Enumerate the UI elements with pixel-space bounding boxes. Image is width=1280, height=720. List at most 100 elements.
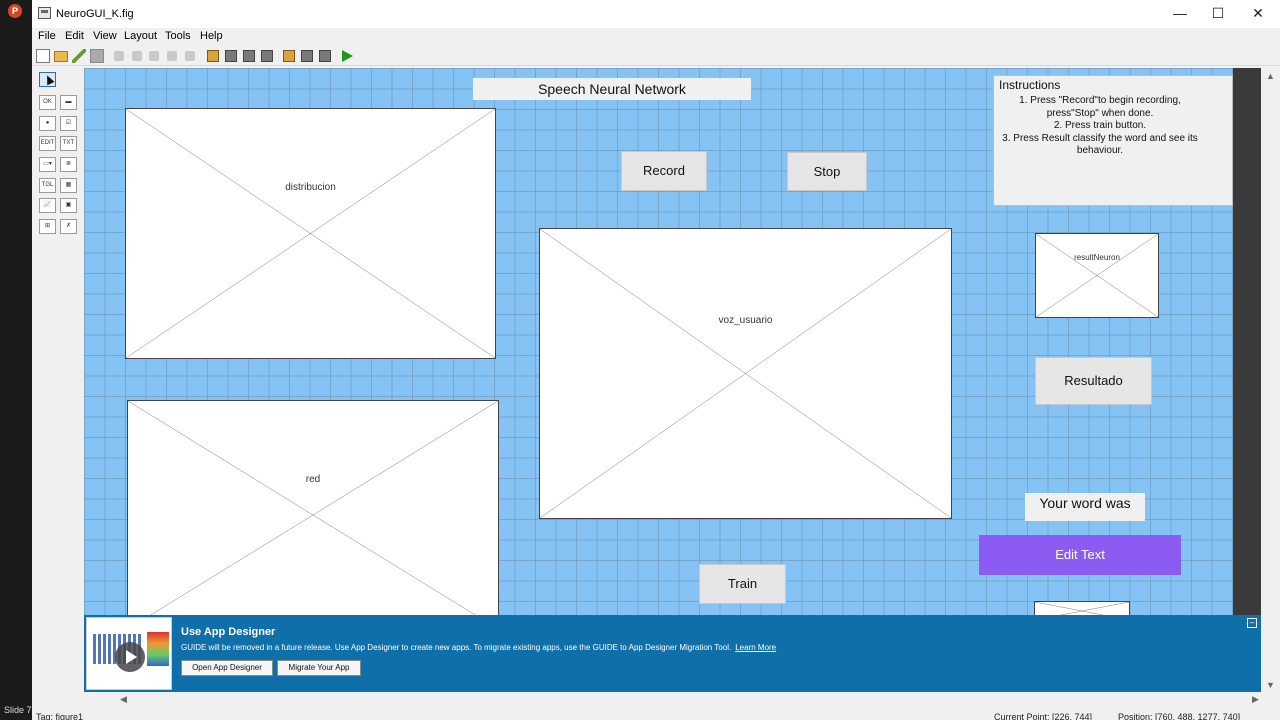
canvas-margin	[1233, 68, 1261, 615]
page-title[interactable]: Speech Neural Network	[473, 78, 751, 100]
toggle-button-tool[interactable]: TGL	[39, 178, 56, 193]
stop-button[interactable]: Stop	[787, 152, 867, 191]
axes-voz-usuario[interactable]: voz_usuario	[539, 228, 952, 519]
tab-order-icon[interactable]	[243, 50, 255, 62]
axes-placeholder-cross	[1035, 602, 1129, 615]
axes-placeholder-cross	[540, 229, 951, 518]
instruction-line: 3. Press Result classify the word and se…	[1002, 132, 1198, 157]
save-icon[interactable]	[90, 49, 104, 63]
slide-label: Slide 7	[4, 705, 32, 715]
toolbar-editor-icon[interactable]	[261, 50, 273, 62]
property-inspector-icon[interactable]	[301, 50, 313, 62]
banner-message: GUIDE will be removed in a future releas…	[181, 643, 776, 652]
record-button[interactable]: Record	[621, 151, 707, 191]
run-icon[interactable]	[342, 50, 353, 62]
toolbar	[32, 46, 1280, 66]
horizontal-scrollbar[interactable]: ◀ ▶	[84, 692, 1261, 708]
axes-distribucion[interactable]: distribucion	[125, 108, 496, 359]
status-bar: Tag: figure1 Current Point: [226, 744] P…	[32, 708, 1280, 720]
axes-tag-label: distribucion	[285, 182, 336, 193]
paste-icon[interactable]	[149, 51, 159, 61]
axes-placeholder-cross	[1036, 234, 1158, 317]
your-word-label[interactable]: Your word was	[1025, 493, 1145, 521]
component-palette: OK ▬ ● ☑ EDIT TXT ▭▾ ≣ TGL ▦ 📈 ▣ ⊞ ✗	[32, 66, 84, 706]
layout-canvas[interactable]: Speech Neural Network distribucion red v…	[84, 68, 1233, 615]
open-app-designer-button[interactable]: Open App Designer	[181, 660, 273, 676]
select-tool[interactable]	[39, 72, 56, 87]
window-title: NeuroGUI_K.fig	[56, 8, 134, 20]
object-browser-icon[interactable]	[319, 50, 331, 62]
banner-title: Use App Designer	[181, 626, 276, 638]
menu-editor-icon[interactable]	[225, 50, 237, 62]
listbox-tool[interactable]: ≣	[60, 157, 77, 172]
editor-icon[interactable]	[283, 50, 295, 62]
app-designer-banner: Use App Designer GUIDE will be removed i…	[84, 615, 1261, 692]
axes-tool[interactable]: 📈	[39, 198, 56, 213]
powerpoint-icon[interactable]: P	[8, 4, 22, 18]
word-edit-text[interactable]: Edit Text	[979, 535, 1181, 575]
menu-help[interactable]: Help	[200, 30, 223, 42]
status-position: Position: [760, 488, 1277, 740]	[1118, 712, 1241, 720]
status-tag: Tag: figure1	[36, 712, 84, 720]
menu-view[interactable]: View	[93, 30, 117, 42]
copy-icon[interactable]	[132, 51, 142, 61]
play-icon[interactable]	[115, 642, 145, 672]
collapse-icon[interactable]: –	[1247, 618, 1257, 628]
button-group-tool[interactable]: ⊞	[39, 219, 56, 234]
maximize-button[interactable]: ☐	[1198, 0, 1238, 28]
resultado-button[interactable]: Resultado	[1035, 357, 1152, 405]
static-text-tool[interactable]: TXT	[60, 136, 77, 151]
presentation-sidebar: P Slide 7	[0, 0, 32, 720]
menu-bar: File Edit View Layout Tools Help	[32, 28, 1280, 46]
axes-bottom[interactable]	[1034, 601, 1130, 615]
axes-red[interactable]: red	[127, 400, 499, 615]
guide-window: NeuroGUI_K.fig — ☐ ✕ File Edit View Layo…	[32, 0, 1280, 720]
new-icon[interactable]	[36, 49, 50, 63]
axes-placeholder-cross	[126, 109, 495, 358]
push-button-tool[interactable]: OK	[39, 95, 56, 110]
instructions-panel[interactable]: Instructions 1. Press "Record"to begin r…	[993, 75, 1233, 206]
popup-menu-tool[interactable]: ▭▾	[39, 157, 56, 172]
redo-icon[interactable]	[185, 51, 195, 61]
radio-button-tool[interactable]: ●	[39, 116, 56, 131]
video-thumbnail[interactable]	[86, 617, 172, 690]
train-button[interactable]: Train	[699, 564, 786, 604]
banner-message-text: GUIDE will be removed in a future releas…	[181, 643, 732, 652]
status-current-point: Current Point: [226, 744]	[994, 712, 1093, 720]
undo-icon[interactable]	[167, 51, 177, 61]
slider-tool[interactable]: ▬	[60, 95, 77, 110]
panel-tool[interactable]: ▣	[60, 198, 77, 213]
menu-layout[interactable]: Layout	[124, 30, 157, 42]
figure-icon	[38, 7, 51, 19]
edit-icon[interactable]	[72, 49, 86, 63]
thumbnail-colorbar-image	[147, 632, 169, 666]
scroll-down-icon[interactable]: ▼	[1266, 680, 1275, 690]
activex-tool[interactable]: ✗	[60, 219, 77, 234]
open-icon[interactable]	[54, 51, 68, 62]
scroll-left-icon[interactable]: ◀	[120, 694, 127, 705]
edit-text-tool[interactable]: EDIT	[39, 136, 56, 151]
axes-tag-label: voz_usuario	[718, 315, 773, 326]
title-bar: NeuroGUI_K.fig — ☐ ✕	[32, 0, 1280, 28]
axes-result-neuron[interactable]: resultNeuron	[1035, 233, 1159, 318]
axes-placeholder-cross	[128, 401, 498, 615]
table-tool[interactable]: ▦	[60, 178, 77, 193]
scroll-right-icon[interactable]: ▶	[1252, 694, 1259, 705]
learn-more-link[interactable]: Learn More	[735, 643, 776, 652]
menu-file[interactable]: File	[38, 30, 56, 42]
instructions-title: Instructions	[999, 78, 1061, 92]
instruction-line: 2. Press train button.	[1053, 120, 1147, 131]
instruction-line: 1. Press "Record"to begin recording, pre…	[1019, 95, 1181, 119]
migrate-your-app-button[interactable]: Migrate Your App	[277, 660, 361, 676]
menu-edit[interactable]: Edit	[65, 30, 84, 42]
align-icon[interactable]	[207, 50, 219, 62]
minimize-button[interactable]: —	[1160, 0, 1200, 28]
close-button[interactable]: ✕	[1238, 0, 1278, 28]
cut-icon[interactable]	[114, 51, 124, 61]
checkbox-tool[interactable]: ☑	[60, 116, 77, 131]
axes-tag-label: red	[305, 474, 321, 485]
scroll-up-icon[interactable]: ▲	[1266, 71, 1275, 81]
menu-tools[interactable]: Tools	[165, 30, 191, 42]
axes-tag-label: resultNeuron	[1074, 253, 1120, 262]
vertical-scrollbar[interactable]: ▲ ▼	[1261, 68, 1280, 692]
